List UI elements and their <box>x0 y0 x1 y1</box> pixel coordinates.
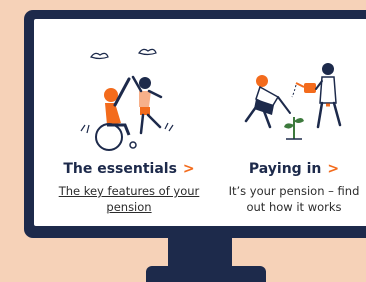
monitor-stand-base <box>146 266 266 282</box>
card-description-link[interactable]: The key features of your pension <box>54 183 204 215</box>
chevron-right-icon[interactable]: > <box>327 161 339 177</box>
high-five-wheelchair-illustration-icon <box>80 48 174 151</box>
card-title-text[interactable]: Paying in <box>249 161 321 177</box>
watering-plant-illustration-icon <box>244 63 342 140</box>
card-title[interactable]: Paying in > <box>219 161 366 177</box>
monitor-frame: The essentials > The key features of your… <box>24 10 366 238</box>
chevron-right-icon[interactable]: > <box>183 161 195 177</box>
monitor-stand-neck <box>168 236 232 270</box>
card-title[interactable]: The essentials > <box>54 161 204 177</box>
card-title-text[interactable]: The essentials <box>63 161 177 177</box>
monitor-screen: The essentials > The key features of your… <box>34 19 366 226</box>
card-paying-in[interactable]: Paying in > It’s your pension – find out … <box>219 47 366 215</box>
card-the-essentials[interactable]: The essentials > The key features of your… <box>54 47 204 215</box>
card-description: It’s your pension – find out how it work… <box>228 184 360 214</box>
